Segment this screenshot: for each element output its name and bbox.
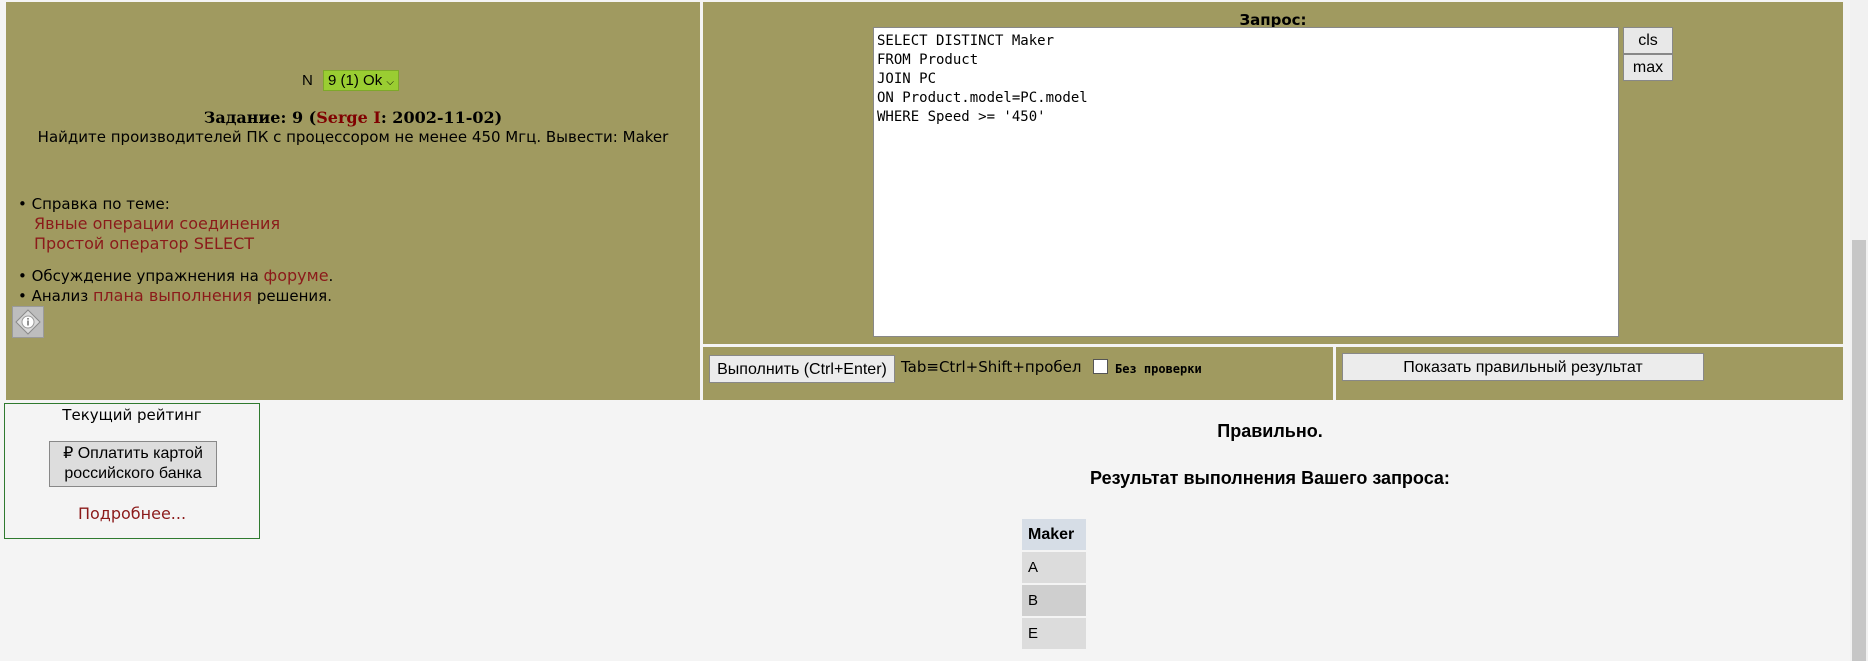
plan-prefix: • Анализ <box>18 287 93 305</box>
task-panel: N 9 (1) Ok ⌵ Задание: 9 (Serge I: 2002-1… <box>6 2 700 400</box>
help-link-select[interactable]: Простой оператор SELECT <box>34 234 333 254</box>
forum-link[interactable]: форуме <box>264 266 329 285</box>
chevron-down-icon: ⌵ <box>386 77 394 88</box>
table-row: B <box>1022 585 1086 616</box>
max-button[interactable]: max <box>1623 54 1673 81</box>
rating-box: Текущий рейтинг ₽ Оплатить картой россий… <box>4 403 260 539</box>
task-title-prefix: Задание: 9 ( <box>203 108 317 127</box>
table-cell: E <box>1022 618 1086 649</box>
info-icon[interactable] <box>12 306 44 338</box>
result-status: Правильно. <box>1217 421 1323 441</box>
n-label: N <box>302 72 313 89</box>
more-link[interactable]: Подробнее... <box>5 504 259 523</box>
help-label: • Справка по теме: <box>18 195 170 213</box>
task-selector-value: 9 (1) Ok <box>328 72 383 89</box>
query-textarea[interactable]: SELECT DISTINCT Maker FROM Product JOIN … <box>873 27 1619 337</box>
table-cell: B <box>1022 585 1086 616</box>
help-link-joins[interactable]: Явные операции соединения <box>34 214 333 234</box>
author-link[interactable]: Serge I <box>316 108 381 127</box>
forum-suffix: . <box>328 267 334 285</box>
pay-card-button[interactable]: ₽ Оплатить картой российского банка <box>49 441 217 487</box>
forum-prefix: • Обсуждение упражнения на <box>18 267 264 285</box>
table-row: E <box>1022 618 1086 649</box>
no-check-label: Без проверки <box>1115 362 1202 376</box>
tab-hint: Tab≡Ctrl+Shift+пробел <box>901 358 1082 376</box>
query-panel: Запрос: SELECT DISTINCT Maker FROM Produ… <box>703 2 1843 344</box>
plan-link[interactable]: плана выполнения <box>93 286 252 305</box>
task-selector-row: N 9 (1) Ok ⌵ <box>302 70 399 91</box>
column-header-maker: Maker <box>1022 519 1086 550</box>
help-block: • Справка по теме: Явные операции соедин… <box>18 194 333 306</box>
scrollbar-thumb[interactable] <box>1852 240 1866 661</box>
plan-suffix: решения. <box>252 287 332 305</box>
task-selector[interactable]: 9 (1) Ok ⌵ <box>323 70 399 91</box>
no-check-checkbox[interactable] <box>1093 359 1108 374</box>
task-description: Найдите производителей ПК с процессором … <box>37 128 669 146</box>
show-correct-result-button[interactable]: Показать правильный результат <box>1342 353 1704 381</box>
result-title: Результат выполнения Вашего запроса: <box>1090 468 1450 488</box>
cls-button[interactable]: cls <box>1623 27 1673 54</box>
forum-line: • Обсуждение упражнения на форуме. <box>18 266 333 286</box>
task-title: Задание: 9 (Serge I: 2002-11-02) <box>6 108 700 127</box>
table-row: A <box>1022 552 1086 583</box>
plan-line: • Анализ плана выполнения решения. <box>18 286 333 306</box>
execute-panel: Выполнить (Ctrl+Enter) Tab≡Ctrl+Shift+пр… <box>703 347 1333 400</box>
result-table: Maker A B E <box>1022 517 1086 651</box>
table-cell: A <box>1022 552 1086 583</box>
execute-button[interactable]: Выполнить (Ctrl+Enter) <box>709 355 895 383</box>
rating-title: Текущий рейтинг <box>62 406 202 424</box>
task-title-suffix: : 2002-11-02) <box>380 108 503 127</box>
show-result-panel: Показать правильный результат <box>1336 347 1843 400</box>
